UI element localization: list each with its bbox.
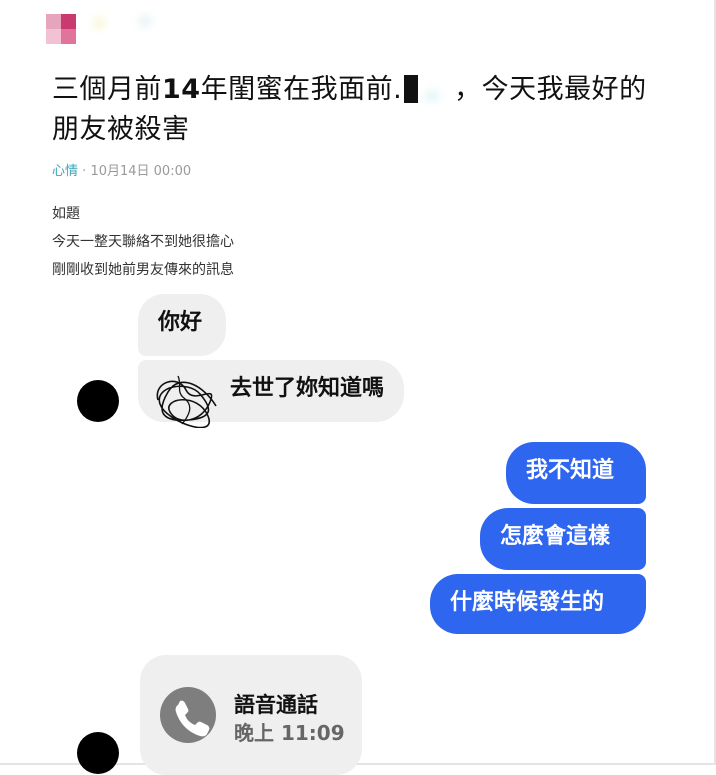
- post-date: 10月14日 00:00: [90, 164, 192, 179]
- sender-avatar: [77, 732, 119, 774]
- title-number: 14: [162, 74, 201, 105]
- blurred-author-name-2: [138, 14, 152, 28]
- voice-call-bubble[interactable]: 語音通話 晚上 11:09: [140, 655, 362, 775]
- post-title: 三個月前14年閨蜜在我面前. ，今天我最好的 朋友被殺害: [52, 70, 662, 150]
- title-text-line2: 朋友被殺害: [52, 114, 190, 145]
- title-text-2: 年閨蜜在我面前.: [200, 74, 403, 105]
- sent-message: 我不知道: [506, 442, 646, 504]
- scribble-censor: [156, 375, 217, 428]
- body-line: 如題: [52, 206, 80, 222]
- blurred-title-text: [424, 90, 440, 102]
- sender-avatar: [77, 380, 119, 422]
- sent-message: 怎麼會這樣: [480, 508, 646, 570]
- censor-block: [404, 75, 419, 103]
- title-text-3: ，今天我最好的: [454, 74, 647, 105]
- title-text-1: 三個月前: [52, 74, 162, 105]
- call-title: 語音通話: [234, 693, 318, 717]
- category-link[interactable]: 心情: [52, 164, 78, 179]
- author-avatar[interactable]: [46, 14, 76, 44]
- call-time: 晚上 11:09: [234, 721, 345, 745]
- body-line: 剛剛收到她前男友傳來的訊息: [52, 262, 234, 278]
- received-message: 你好: [138, 294, 226, 356]
- meta-separator: ·: [82, 164, 87, 179]
- sent-message: 什麼時候發生的: [430, 574, 646, 634]
- post-meta: 心情 · 10月14日 00:00: [52, 160, 191, 179]
- phone-icon: [160, 687, 216, 743]
- body-line: 今天一整天聯絡不到她很擔心: [52, 234, 234, 250]
- blurred-author-name: [92, 16, 106, 30]
- post-body: 如題 今天一整天聯絡不到她很擔心 剛剛收到她前男友傳來的訊息: [52, 200, 234, 284]
